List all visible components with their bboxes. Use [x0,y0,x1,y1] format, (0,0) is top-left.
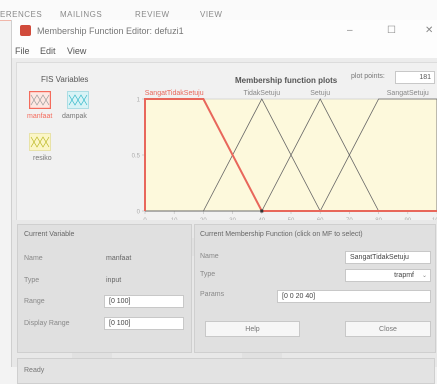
minimize-icon[interactable]: – [347,25,353,36]
y-tick-label: 0.5 [132,154,141,160]
status-bar: Ready [17,358,435,384]
mf-plot-area: FIS Variables manfaat dampak resiko Memb… [16,62,437,240]
mf-label-SangatTidakSetuju: SangatTidakSetuju [145,90,204,97]
ribbon-tab-review[interactable]: REVIEW [135,10,170,19]
mf-type-select[interactable]: trapmf [345,269,431,282]
var-name-label: Name [24,255,43,262]
ribbon-tab-references[interactable]: ERENCES [0,10,42,19]
mf-editor-window: Membership Function Editor: defuzi1 – ☐ … [11,20,437,384]
matlab-app-icon [20,25,31,36]
var-type-value: input [106,277,122,284]
y-tick-label: 0 [137,210,141,216]
mf-name-label: Name [200,253,219,260]
mf-name-field[interactable]: SangatTidakSetuju [345,251,431,264]
ribbon-tab-view[interactable]: VIEW [200,10,222,19]
current-variable-panel: Current Variable Name manfaat Type input… [17,224,192,353]
word-ribbon: ERENCES MAILINGS REVIEW VIEW [0,0,437,21]
mf-label-Setuju: Setuju [310,90,330,97]
menu-bar: File Edit View [12,42,437,58]
current-variable-title: Current Variable [24,231,75,238]
help-button[interactable]: Help [205,321,300,337]
ribbon-tab-mailings[interactable]: MAILINGS [60,10,102,19]
close-icon[interactable]: ✕ [425,25,433,36]
var-name-value: manfaat [106,255,132,262]
bottom-panels: Current Variable Name manfaat Type input… [12,220,437,384]
display-range-field[interactable]: [0 100] [104,317,184,330]
range-label: Range [24,298,45,305]
title-bar: Membership Function Editor: defuzi1 – ☐ … [12,20,437,42]
y-tick-label: 1 [137,98,141,104]
var-type-label: Type [24,277,40,284]
window-title: Membership Function Editor: defuzi1 [37,26,184,36]
mf-label-SangatSetuju: SangatSetuju [387,90,429,97]
mf-plot[interactable]: 10.500102030405060708090100input variabl… [17,63,437,239]
menu-file[interactable]: File [15,46,30,56]
mf-label-TidakSetuju: TidakSetuju [243,90,280,97]
status-text: Ready [24,367,45,374]
params-field[interactable]: [0 0 20 40] [277,290,431,303]
menu-edit[interactable]: Edit [40,46,56,56]
display-range-label: Display Range [24,320,70,327]
current-mf-panel: Current Membership Function (click on MF… [194,224,436,353]
menu-view[interactable]: View [67,46,86,56]
mf-vertex-marker [260,209,264,213]
maximize-icon[interactable]: ☐ [387,25,396,36]
chevron-down-icon: ⌄ [422,273,428,279]
current-mf-title: Current Membership Function (click on MF… [200,231,363,238]
range-field[interactable]: [0 100] [104,295,184,308]
close-button[interactable]: Close [345,321,431,337]
mf-type-label: Type [200,271,216,278]
params-label: Params [200,291,225,298]
